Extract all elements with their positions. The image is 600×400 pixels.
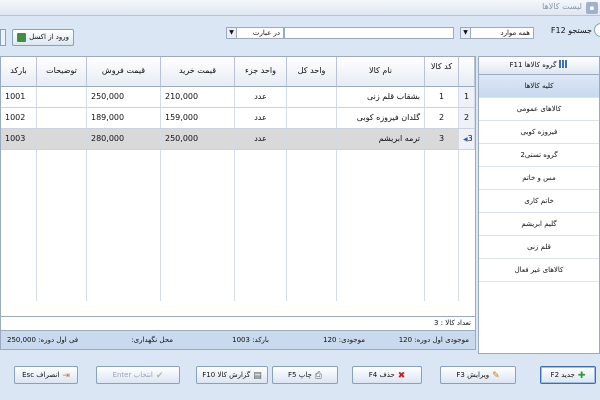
cell-sell-price: 250,000 xyxy=(87,87,161,107)
grid-icon xyxy=(559,60,569,68)
group-item[interactable]: فیروزه کوبی xyxy=(479,121,599,144)
report-icon: ▤ xyxy=(253,371,262,381)
row-number: ◀3 xyxy=(459,129,475,149)
delete-x-icon: ✖ xyxy=(397,371,406,381)
search-field-select[interactable]: همه موارد ▼ xyxy=(460,27,534,39)
details-bar: موجودی اول دوره: 120 موجودی: 120 بارکد: … xyxy=(0,330,476,350)
window-title: لیست کالاها xyxy=(542,2,582,11)
cell-unit-main xyxy=(287,108,337,128)
current-stock: موجودی: 120 xyxy=(323,336,365,344)
header-code[interactable]: کد کالا xyxy=(425,57,459,87)
header-unit-main[interactable]: واحد کل xyxy=(287,57,337,87)
items-grid: کد کالا نام کالا واحد کل واحد جزء قیمت خ… xyxy=(0,56,476,330)
table-row-selected[interactable]: ◀3 3 ترمه ابریشم عدد 250,000 280,000 100… xyxy=(1,129,475,150)
cell-unit-main xyxy=(287,129,337,149)
cell-unit-part: عدد xyxy=(235,129,287,149)
toolbar-scroll-button[interactable] xyxy=(0,29,6,46)
item-barcode: بارکد: 1003 xyxy=(232,336,269,344)
cell-buy-price: 210,000 xyxy=(161,87,235,107)
chevron-down-icon[interactable]: ▼ xyxy=(227,28,237,38)
cell-unit-main xyxy=(287,87,337,107)
group-item-inactive[interactable]: کالاهای غیر فعال xyxy=(479,259,599,282)
search-field-value: همه موارد xyxy=(500,29,530,37)
cell-name: گلدان فیروزه کوبی xyxy=(337,108,425,128)
table-row[interactable]: 2 2 گلدان فیروزه کوبی عدد 159,000 189,00… xyxy=(1,108,475,129)
cell-code: 2 xyxy=(425,108,459,128)
group-item-all[interactable]: کلیه کالاها xyxy=(479,75,599,98)
cell-sell-price: 280,000 xyxy=(87,129,161,149)
cell-buy-price: 250,000 xyxy=(161,129,235,149)
cell-sell-price: 189,000 xyxy=(87,108,161,128)
group-item[interactable]: کالاهای عمومی xyxy=(479,98,599,121)
header-sell-price[interactable]: قیمت فروش xyxy=(87,57,161,87)
opening-stock: موجودی اول دوره: 120 xyxy=(398,336,469,344)
edit-button[interactable]: ✎ویرایش F3 xyxy=(440,366,516,384)
plus-icon: ✚ xyxy=(577,371,586,381)
select-button[interactable]: ✔انتخاب Enter xyxy=(96,366,180,384)
group-item[interactable]: گروه تستی2 xyxy=(479,144,599,167)
cell-description xyxy=(37,87,87,107)
exit-icon: ⇥ xyxy=(62,371,70,381)
header-unit-part[interactable]: واحد جزء xyxy=(235,57,287,87)
excel-icon xyxy=(17,33,26,42)
chevron-down-icon[interactable]: ▼ xyxy=(461,28,471,38)
search-input[interactable] xyxy=(284,27,454,39)
row-number: 2 xyxy=(459,108,475,128)
header-barcode[interactable]: بارکد xyxy=(1,57,37,87)
cell-barcode: 1001 xyxy=(1,87,37,107)
checkmark-icon: ✔ xyxy=(155,371,164,381)
cell-code: 1 xyxy=(425,87,459,107)
search-mode-select[interactable]: در عبارت ▼ xyxy=(226,27,284,39)
search-mode-value: در عبارت xyxy=(252,29,280,37)
opening-price: فی اول دوره: 250,000 xyxy=(7,336,79,344)
cell-unit-part: عدد xyxy=(235,108,287,128)
cell-code: 3 xyxy=(425,129,459,149)
app-icon[interactable]: ▪ xyxy=(586,2,598,14)
cell-name: ترمه ابریشم xyxy=(337,129,425,149)
group-item[interactable]: گلیم ابریشم xyxy=(479,213,599,236)
printer-icon: ⎙ xyxy=(314,371,322,381)
import-excel-button[interactable]: ورود از اکسل xyxy=(12,29,74,46)
group-item[interactable]: خاتم کاری xyxy=(479,190,599,213)
pencil-icon: ✎ xyxy=(492,371,500,381)
cell-barcode: 1003 xyxy=(1,129,37,149)
report-button[interactable]: ▤گزارش کالا F10 xyxy=(196,366,268,384)
cancel-button[interactable]: ⇥انصراف Esc xyxy=(14,366,78,384)
cell-barcode: 1002 xyxy=(1,108,37,128)
group-item[interactable]: قلم زنی xyxy=(479,236,599,259)
item-count: تعداد کالا : 3 xyxy=(1,316,475,330)
cell-description xyxy=(37,129,87,149)
print-button[interactable]: ⎙چاپ F5 xyxy=(272,366,338,384)
header-buy-price[interactable]: قیمت خرید xyxy=(161,57,235,87)
cell-description xyxy=(37,108,87,128)
search-label: جستجو F12 xyxy=(550,26,592,35)
group-sidebar: گروه کالاها F11 کلیه کالاها کالاهای عموم… xyxy=(478,56,600,354)
title-bar: ▪ لیست کالاها xyxy=(0,0,600,16)
cell-buy-price: 159,000 xyxy=(161,108,235,128)
header-row-number xyxy=(459,57,475,87)
new-button[interactable]: ✚جدید F2 xyxy=(540,366,596,384)
delete-button[interactable]: ✖حذف F4 xyxy=(352,366,422,384)
header-description[interactable]: توضیحات xyxy=(37,57,87,87)
group-item[interactable]: مس و خاتم xyxy=(479,167,599,190)
group-header[interactable]: گروه کالاها F11 xyxy=(479,57,599,75)
header-name[interactable]: نام کالا xyxy=(337,57,425,87)
row-number: 1 xyxy=(459,87,475,107)
storage-location: محل نگهداری: xyxy=(131,336,173,344)
table-row[interactable]: 1 1 بشقاب قلم زنی عدد 210,000 250,000 10… xyxy=(1,87,475,108)
cell-name: بشقاب قلم زنی xyxy=(337,87,425,107)
import-excel-label: ورود از اکسل xyxy=(29,33,69,41)
cell-unit-part: عدد xyxy=(235,87,287,107)
